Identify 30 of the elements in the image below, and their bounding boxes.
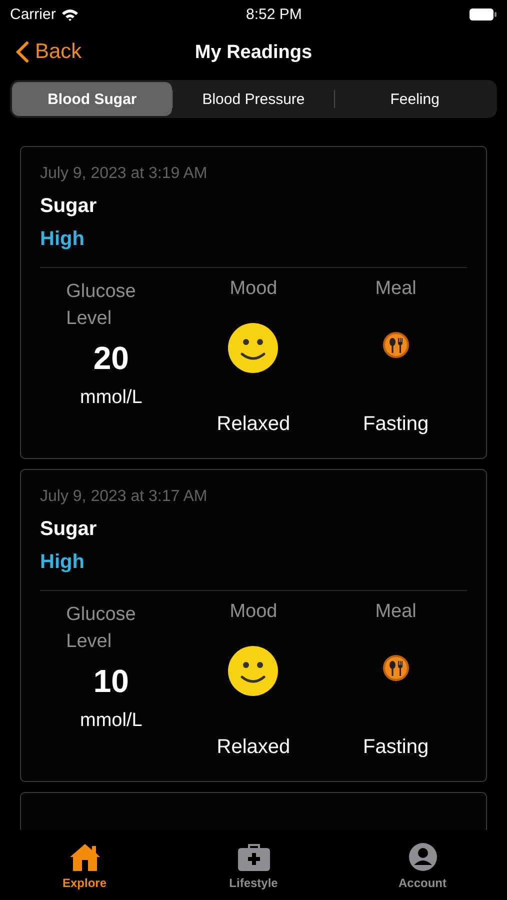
reading-status: High	[40, 228, 86, 251]
glucose-unit: mmol/L	[80, 710, 142, 732]
glucose-unit: mmol/L	[80, 387, 142, 409]
meal-label: Meal	[375, 601, 416, 623]
mood-value: Relaxed	[216, 413, 290, 436]
mood-value: Relaxed	[216, 736, 290, 759]
glucose-label: Glucose Level	[66, 603, 137, 654]
glucose-value: 10	[93, 663, 129, 700]
reading-date: July 9, 2023 at 3:19 AM	[40, 165, 208, 183]
reading-title: Sugar	[40, 518, 98, 541]
back-button[interactable]: Back	[14, 38, 84, 66]
reading-date: July 9, 2023 at 3:17 AM	[40, 488, 208, 506]
carrier-label: Carrier	[10, 6, 56, 22]
mood-label: Mood	[230, 278, 278, 300]
screen-title: My Readings	[194, 42, 312, 64]
meal-label: Meal	[375, 278, 416, 300]
glucose-label: Glucose Level	[66, 280, 137, 331]
tab-bar-item[interactable]: Lifestyle	[198, 842, 308, 890]
glucose-value: 20	[93, 340, 129, 377]
reading-status: High	[40, 551, 86, 574]
segment-tab[interactable]: Blood Pressure	[173, 82, 334, 116]
reading-title: Sugar	[40, 195, 98, 218]
segment-tab[interactable]: Blood Sugar	[12, 82, 172, 116]
tab-bar-item[interactable]: Explore	[30, 842, 140, 890]
meal-value: Fasting	[363, 736, 429, 759]
mood-label: Mood	[230, 601, 278, 623]
clock-time: 8:52 PM	[246, 6, 302, 22]
meal-value: Fasting	[363, 413, 429, 436]
segment-tab[interactable]: Feeling	[334, 82, 495, 116]
tab-bar-item[interactable]: Account	[368, 842, 478, 890]
